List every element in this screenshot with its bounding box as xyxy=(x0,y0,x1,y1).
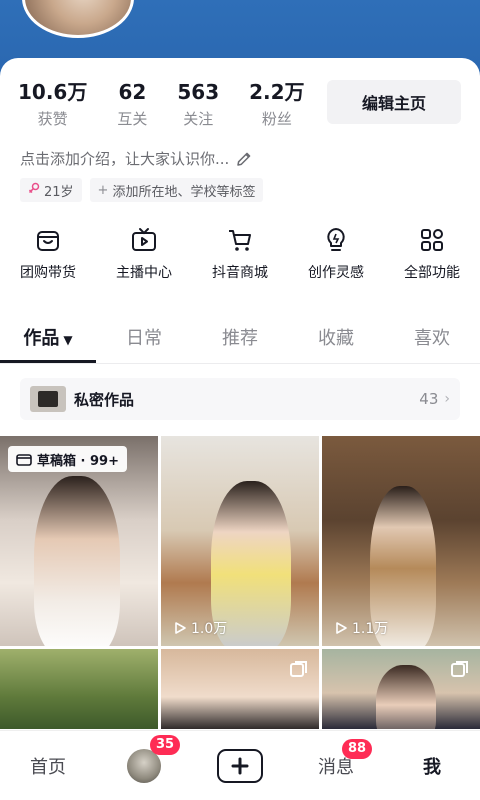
stat-followers[interactable]: 2.2万 粉丝 xyxy=(249,80,304,129)
bottom-nav: 首页 35 消息 88 我 xyxy=(0,730,480,800)
private-works-row[interactable]: 私密作品 43 › xyxy=(20,378,460,420)
nav-me[interactable]: 我 xyxy=(384,753,480,779)
tab-daily[interactable]: 日常 xyxy=(96,324,192,364)
stat-label: 关注 xyxy=(183,110,214,128)
messages-label: 消息 xyxy=(318,756,354,778)
play-count-label: 1.1万 xyxy=(352,621,389,637)
play-count: 1.1万 xyxy=(334,618,388,638)
tab-recommend[interactable]: 推荐 xyxy=(192,324,288,364)
bio-row[interactable]: 点击添加介绍，让大家认识你... xyxy=(20,148,253,169)
add-tags-button[interactable]: + 添加所在地、学校等标签 xyxy=(89,178,264,202)
tool-row: 团购带货 主播中心 抖音商城 创作灵感 全部功能 xyxy=(0,226,480,282)
tool-label: 团购带货 xyxy=(20,265,76,281)
multi-image-icon xyxy=(450,659,470,683)
video-tile[interactable]: 1.0万 xyxy=(161,436,319,646)
friends-badge: 35 xyxy=(150,734,181,755)
lightbulb-icon xyxy=(327,228,345,251)
tv-play-icon xyxy=(132,228,156,251)
video-tile[interactable] xyxy=(322,649,480,729)
tool-label: 创作灵感 xyxy=(308,265,364,281)
nav-create[interactable] xyxy=(192,748,288,783)
video-thumbnail-figure xyxy=(376,665,436,729)
tool-streamer-center[interactable]: 主播中心 xyxy=(96,226,192,282)
profile-stats: 10.6万 获赞 62 互关 563 关注 2.2万 粉丝 xyxy=(18,80,335,129)
nav-messages[interactable]: 消息 88 xyxy=(288,738,384,779)
play-icon xyxy=(175,622,186,634)
private-works-label: 私密作品 xyxy=(74,390,135,409)
stat-value: 10.6万 xyxy=(18,80,88,104)
shopping-bag-icon xyxy=(37,231,59,251)
tool-label: 全部功能 xyxy=(404,265,460,281)
pencil-icon[interactable] xyxy=(235,150,253,168)
create-plus-icon xyxy=(217,748,263,783)
stat-likes[interactable]: 10.6万 获赞 xyxy=(18,80,87,129)
gender-female-icon xyxy=(28,182,40,198)
tool-mall[interactable]: 抖音商城 xyxy=(192,226,288,282)
tool-group-buy[interactable]: 团购带货 xyxy=(0,226,96,282)
private-works-thumbnail xyxy=(30,386,66,412)
tool-all-features[interactable]: 全部功能 xyxy=(384,226,480,282)
messages-badge: 88 xyxy=(342,738,373,759)
tab-divider xyxy=(0,363,480,364)
tab-label: 作品 xyxy=(23,328,60,349)
tool-label: 抖音商城 xyxy=(212,265,268,281)
tool-label: 主播中心 xyxy=(116,265,172,281)
cart-icon xyxy=(229,230,251,251)
age-label: 21岁 xyxy=(44,184,74,200)
stat-following[interactable]: 563 关注 xyxy=(177,80,219,129)
video-tile[interactable]: 1.1万 xyxy=(322,436,480,646)
add-tags-label: 添加所在地、学校等标签 xyxy=(112,184,256,200)
multi-image-icon xyxy=(289,659,309,683)
tag-row: 21岁 + 添加所在地、学校等标签 xyxy=(20,178,271,202)
nav-home[interactable]: 首页 xyxy=(0,753,96,779)
caret-down-icon: ▼ xyxy=(63,333,73,347)
tool-inspiration[interactable]: 创作灵感 xyxy=(288,226,384,282)
plus-icon: + xyxy=(97,182,109,198)
age-tag[interactable]: 21岁 xyxy=(20,178,82,202)
private-works-count: 43 xyxy=(419,390,439,408)
stat-label: 粉丝 xyxy=(261,110,292,128)
tab-works[interactable]: 作品 ▼ xyxy=(0,324,96,364)
stat-value: 62 xyxy=(118,80,147,104)
edit-profile-button[interactable]: 编辑主页 xyxy=(327,80,461,124)
video-tile[interactable] xyxy=(0,649,158,729)
profile-avatar[interactable] xyxy=(22,0,134,38)
stat-mutual[interactable]: 62 互关 xyxy=(117,80,147,129)
grid-icon xyxy=(421,229,443,251)
drafts-badge[interactable]: 草稿箱 · 99+ xyxy=(8,446,127,472)
chevron-right-icon: › xyxy=(444,391,450,407)
drafts-box-icon xyxy=(16,454,32,466)
stat-value: 563 xyxy=(177,80,220,104)
tab-likes[interactable]: 喜欢 xyxy=(384,324,480,364)
video-thumbnail-figure xyxy=(34,476,120,646)
bio-text: 点击添加介绍，让大家认识你... xyxy=(20,150,230,168)
video-tile[interactable] xyxy=(161,649,319,729)
stat-label: 获赞 xyxy=(37,110,68,128)
play-count-label: 1.0万 xyxy=(191,621,228,637)
nav-friends[interactable]: 35 xyxy=(96,734,192,783)
stat-label: 互关 xyxy=(117,110,148,128)
play-count: 1.0万 xyxy=(173,618,227,638)
stat-value: 2.2万 xyxy=(249,80,305,104)
play-icon xyxy=(336,622,347,634)
video-tile[interactable]: 草稿箱 · 99+ xyxy=(0,436,158,646)
drafts-label: 草稿箱 · 99+ xyxy=(37,453,119,469)
content-tabs: 作品 ▼ 日常 推荐 收藏 喜欢 xyxy=(0,324,480,364)
tab-favorites[interactable]: 收藏 xyxy=(288,324,384,364)
